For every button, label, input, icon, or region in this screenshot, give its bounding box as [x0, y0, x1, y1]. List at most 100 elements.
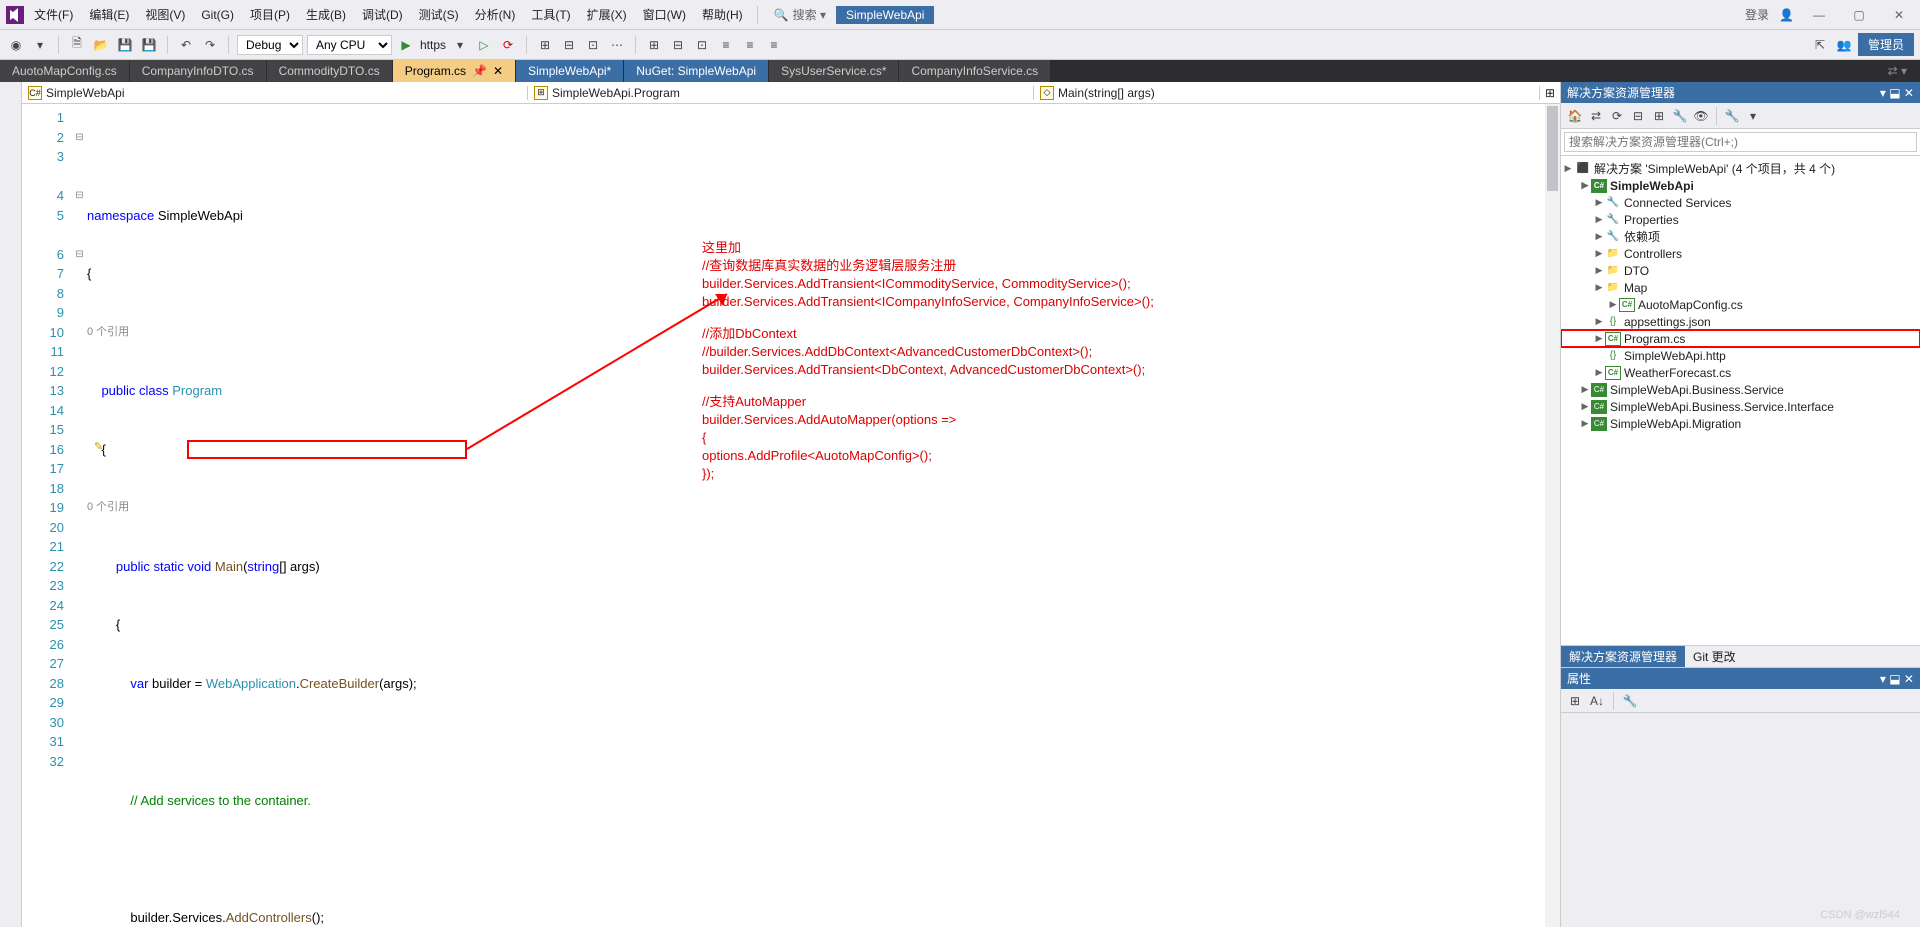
pin-icon[interactable]: 📌: [472, 64, 487, 78]
save-icon[interactable]: 💾: [115, 35, 135, 55]
sort-icon[interactable]: A↓: [1587, 691, 1607, 711]
ctx-tab-solution[interactable]: 解决方案资源管理器: [1561, 646, 1685, 667]
minimize-icon[interactable]: —: [1804, 8, 1834, 22]
solution-search-input[interactable]: [1564, 132, 1917, 152]
breadcrumb-member[interactable]: ◇Main(string[] args): [1034, 86, 1540, 100]
prop-wrench-icon[interactable]: 🔧: [1620, 691, 1640, 711]
tree-node[interactable]: {}SimpleWebApi.http: [1561, 347, 1920, 364]
breadcrumb-type[interactable]: ⊞SimpleWebApi.Program: [528, 86, 1034, 100]
pin-panel-icon[interactable]: ▾ ⬓ ✕: [1880, 86, 1914, 100]
tb-icon-6[interactable]: ⊟: [668, 35, 688, 55]
tb-icon-2[interactable]: ⊟: [559, 35, 579, 55]
tab-auotomapconfig[interactable]: AuotoMapConfig.cs: [0, 60, 130, 82]
menu-window[interactable]: 窗口(W): [637, 4, 692, 25]
login-avatar-icon[interactable]: 👤: [1779, 8, 1794, 22]
tree-node[interactable]: ▶🔧Properties: [1561, 211, 1920, 228]
admin-button[interactable]: 管理员: [1858, 33, 1914, 56]
menu-analyze[interactable]: 分析(N): [469, 4, 522, 25]
split-editor-icon[interactable]: ⊞: [1540, 86, 1560, 100]
login-link[interactable]: 登录: [1745, 6, 1769, 23]
menu-file[interactable]: 文件(F): [28, 4, 79, 25]
tab-sysuserservice[interactable]: SysUserService.cs*: [769, 60, 899, 82]
tree-node[interactable]: ▶C#AuotoMapConfig.cs: [1561, 296, 1920, 313]
solution-root[interactable]: ▶ ⬛ 解决方案 'SimpleWebApi' (4 个项目，共 4 个): [1561, 160, 1920, 177]
share-icon[interactable]: ⇱: [1810, 35, 1830, 55]
tree-node[interactable]: ▶🔧依赖项: [1561, 228, 1920, 245]
codelens-refs[interactable]: 0 个引用: [87, 323, 129, 343]
breadcrumb-scope[interactable]: C#SimpleWebApi: [22, 86, 528, 100]
sync-icon[interactable]: ⇄: [1586, 106, 1606, 126]
home-icon[interactable]: 🏠: [1565, 106, 1585, 126]
code-content[interactable]: namespace SimpleWebApi { 0 个引用 public cl…: [87, 104, 1560, 927]
tree-node[interactable]: ▶C#SimpleWebApi: [1561, 177, 1920, 194]
menu-project[interactable]: 项目(P): [244, 4, 296, 25]
vertical-scrollbar[interactable]: [1545, 104, 1560, 927]
tb-icon-5[interactable]: ⊞: [644, 35, 664, 55]
left-toolwindow-collapsed[interactable]: [0, 82, 22, 927]
forward-icon[interactable]: ▾: [30, 35, 50, 55]
tree-node[interactable]: ▶📁Map: [1561, 279, 1920, 296]
undo-icon[interactable]: ↶: [176, 35, 196, 55]
close-tab-icon[interactable]: ✕: [493, 64, 503, 78]
tree-node[interactable]: ▶C#SimpleWebApi.Business.Service.Interfa…: [1561, 398, 1920, 415]
refresh-icon[interactable]: ⟳: [1607, 106, 1627, 126]
menu-build[interactable]: 生成(B): [300, 4, 352, 25]
tree-node[interactable]: ▶📁DTO: [1561, 262, 1920, 279]
tab-nuget[interactable]: NuGet: SimpleWebApi: [624, 60, 769, 82]
preview-icon[interactable]: 👁: [1691, 106, 1711, 126]
tb-icon-1[interactable]: ⊞: [535, 35, 555, 55]
menu-test[interactable]: 测试(S): [413, 4, 465, 25]
categorize-icon[interactable]: ⊞: [1565, 691, 1585, 711]
open-icon[interactable]: 📂: [91, 35, 111, 55]
tree-node[interactable]: ▶C#SimpleWebApi.Migration: [1561, 415, 1920, 432]
menu-debug[interactable]: 调试(D): [356, 4, 409, 25]
hot-reload-icon[interactable]: ⟳: [498, 35, 518, 55]
tb-icon-3[interactable]: ⊡: [583, 35, 603, 55]
tab-companyinfoservice[interactable]: CompanyInfoService.cs: [899, 60, 1051, 82]
run-dropdown-icon[interactable]: ▾: [450, 35, 470, 55]
ctx-tab-git[interactable]: Git 更改: [1685, 646, 1744, 667]
maximize-icon[interactable]: ▢: [1844, 8, 1874, 22]
redo-icon[interactable]: ↷: [200, 35, 220, 55]
back-icon[interactable]: ◉: [6, 35, 26, 55]
properties-icon[interactable]: 🔧: [1670, 106, 1690, 126]
search-box[interactable]: 🔍 搜索 ▾: [774, 6, 826, 23]
more-icon[interactable]: ▾: [1743, 106, 1763, 126]
run-label[interactable]: https: [420, 38, 446, 52]
menu-git[interactable]: Git(G): [195, 6, 240, 24]
menu-tools[interactable]: 工具(T): [525, 4, 576, 25]
tree-node[interactable]: ▶C#SimpleWebApi.Business.Service: [1561, 381, 1920, 398]
menu-edit[interactable]: 编辑(E): [83, 4, 135, 25]
tab-commoditydto[interactable]: CommodityDTO.cs: [267, 60, 393, 82]
tab-companyinfodto[interactable]: CompanyInfoDTO.cs: [130, 60, 267, 82]
tab-simplewebapi-proj[interactable]: SimpleWebApi*: [516, 60, 624, 82]
tb-icon-10[interactable]: ≡: [764, 35, 784, 55]
tree-node[interactable]: ▶C#WeatherForecast.cs: [1561, 364, 1920, 381]
menu-help[interactable]: 帮助(H): [696, 4, 749, 25]
tree-node[interactable]: ▶C#Program.cs: [1561, 330, 1920, 347]
collapse-icon[interactable]: ⊟: [1628, 106, 1648, 126]
codelens-refs[interactable]: 0 个引用: [87, 498, 129, 518]
tb-icon-4[interactable]: ⋯: [607, 35, 627, 55]
tb-icon-7[interactable]: ⊡: [692, 35, 712, 55]
tb-icon-8[interactable]: ≡: [716, 35, 736, 55]
scrollbar-thumb[interactable]: [1547, 106, 1558, 191]
live-share-icon[interactable]: 👥: [1834, 35, 1854, 55]
tree-node[interactable]: ▶🔧Connected Services: [1561, 194, 1920, 211]
menu-extensions[interactable]: 扩展(X): [581, 4, 633, 25]
platform-select[interactable]: Any CPU: [307, 35, 392, 55]
tree-node[interactable]: ▶{}appsettings.json: [1561, 313, 1920, 330]
show-all-icon[interactable]: ⊞: [1649, 106, 1669, 126]
new-project-icon[interactable]: 🗎: [67, 35, 87, 55]
config-select[interactable]: Debug: [237, 35, 303, 55]
save-all-icon[interactable]: 💾: [139, 35, 159, 55]
solution-tree[interactable]: ▶ ⬛ 解决方案 'SimpleWebApi' (4 个项目，共 4 个) ▶C…: [1561, 156, 1920, 645]
tree-node[interactable]: ▶📁Controllers: [1561, 245, 1920, 262]
tb-icon-9[interactable]: ≡: [740, 35, 760, 55]
run-icon[interactable]: ▶: [396, 35, 416, 55]
tab-program[interactable]: Program.cs📌✕: [393, 60, 516, 82]
close-icon[interactable]: ✕: [1884, 8, 1914, 22]
menu-view[interactable]: 视图(V): [139, 4, 191, 25]
run-nodebug-icon[interactable]: ▷: [474, 35, 494, 55]
wrench-icon[interactable]: 🔧: [1722, 106, 1742, 126]
